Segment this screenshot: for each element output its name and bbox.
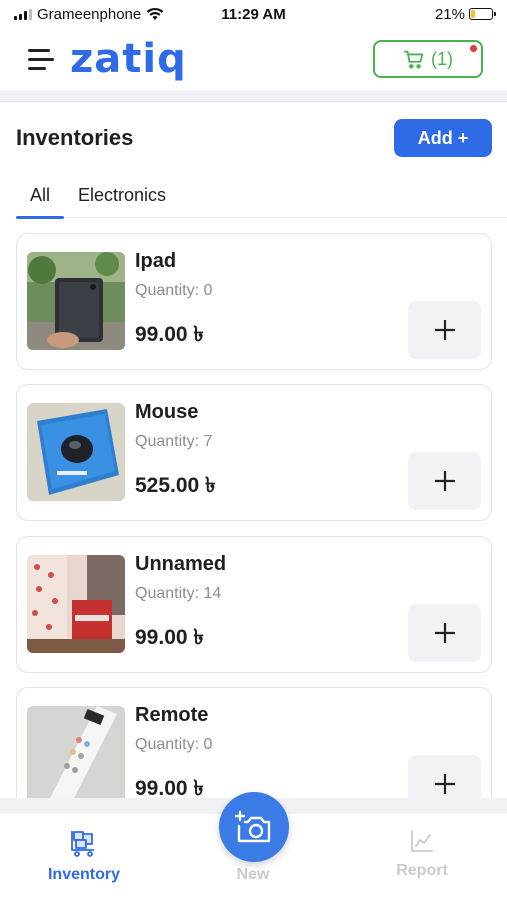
tab-electronics[interactable]: Electronics (64, 172, 180, 218)
item-name: Unnamed (135, 553, 227, 575)
add-to-cart-button[interactable] (408, 301, 481, 359)
app-header: zatiq (1) (0, 28, 507, 90)
item-quantity: Quantity: 7 (135, 433, 213, 450)
add-to-cart-button[interactable] (408, 452, 481, 510)
plus-icon (434, 320, 455, 340)
nav-inventory[interactable]: Inventory (24, 828, 144, 884)
chart-icon (411, 830, 433, 852)
item-quantity: Quantity: 0 (135, 282, 213, 299)
header-divider (0, 90, 507, 102)
tab-all[interactable]: All (16, 172, 65, 219)
item-image-mouse-box (27, 403, 125, 501)
cart-icon (403, 50, 424, 69)
camera-plus-icon (235, 810, 271, 843)
item-price: 99.00 ৳ (135, 323, 204, 346)
inventory-cart-icon (71, 831, 94, 857)
inventory-list[interactable]: Ipad Quantity: 0 99.00 ৳ Mouse Quantity:… (16, 233, 492, 798)
clock: 11:29 AM (221, 5, 286, 23)
inventory-card[interactable]: Remote Quantity: 0 99.00 ৳ (16, 687, 492, 798)
plus-icon (434, 623, 455, 643)
wifi-icon (147, 7, 164, 20)
item-name: Ipad (135, 250, 177, 272)
nav-new[interactable]: New (193, 866, 313, 884)
nav-inventory-label: Inventory (47, 866, 120, 883)
status-bar: Grameenphone 11:29 AM 21% (0, 0, 507, 28)
cart-notification-dot (470, 45, 477, 52)
cart-count: (1) (431, 48, 453, 69)
inventory-card[interactable]: Mouse Quantity: 7 525.00 ৳ (16, 384, 492, 521)
signal-icon (14, 8, 32, 20)
category-tabs: All Electronics (16, 172, 507, 219)
plus-icon (434, 471, 455, 491)
hamburger-menu-icon[interactable] (28, 48, 54, 70)
nav-report-label: Report (396, 862, 448, 879)
inventory-card[interactable]: Ipad Quantity: 0 99.00 ৳ (16, 233, 492, 370)
item-name: Remote (135, 704, 209, 726)
item-image-remote (27, 706, 125, 798)
carrier-name: Grameenphone (37, 5, 142, 23)
add-to-cart-button[interactable] (408, 755, 481, 798)
inventory-card[interactable]: Unnamed Quantity: 14 99.00 ৳ (16, 536, 492, 673)
item-price: 99.00 ৳ (135, 626, 204, 649)
item-image-room (27, 555, 125, 653)
add-inventory-button[interactable]: Add + (394, 119, 492, 157)
item-name: Mouse (135, 401, 199, 423)
battery-icon (469, 8, 496, 20)
item-image-tablet (27, 252, 125, 350)
app-logo: zatiq (70, 36, 187, 82)
item-quantity: Quantity: 14 (135, 585, 222, 602)
item-quantity: Quantity: 0 (135, 736, 213, 753)
cart-button[interactable]: (1) (373, 40, 483, 78)
page-title: Inventories (16, 125, 134, 150)
plus-icon (434, 774, 455, 794)
new-photo-button[interactable] (219, 792, 289, 862)
battery-percent: 21% (434, 5, 465, 23)
nav-report[interactable]: Report (362, 828, 482, 880)
item-price: 99.00 ৳ (135, 777, 204, 798)
nav-new-label: New (236, 866, 270, 883)
add-to-cart-button[interactable] (408, 604, 481, 662)
item-price: 525.00 ৳ (135, 474, 216, 497)
